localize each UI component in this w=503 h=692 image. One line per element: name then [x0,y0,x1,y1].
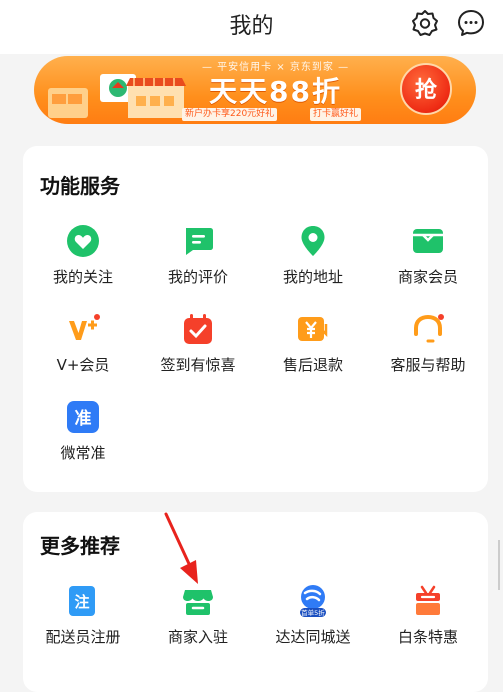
service-label: 我的评价 [167,268,228,286]
message-bubble-icon[interactable] [456,8,486,38]
more-title: 更多推荐 [40,534,120,558]
service-item-reviews[interactable]: 我的评价 [140,224,256,287]
services-title: 功能服务 [40,174,120,198]
more-label: 达达同城送 [275,628,351,646]
service-label: 我的关注 [52,268,113,286]
refund-icon [298,317,328,341]
service-label: 售后退款 [282,356,343,374]
settings-gear-icon[interactable] [410,8,440,38]
more-label: 白条特惠 [397,628,458,646]
comment-icon [186,228,213,255]
annotation-arrow-icon [164,512,198,584]
promo-banner[interactable]: — 平安信用卡 × 京东到家 — 天天88折 新户办卡享220元好礼 打卡赢好礼… [34,56,476,124]
service-item-customer-service[interactable]: 客服与帮助 [370,312,486,375]
svg-text:注: 注 [74,593,89,611]
service-label: V+会员 [56,356,110,374]
service-label: 签到有惊喜 [160,356,236,374]
service-item-checkin[interactable]: 签到有惊喜 [140,312,256,375]
storefront-illustration [48,74,186,118]
service-item-refund[interactable]: 售后退款 [255,312,371,375]
banner-tag-checkin: 打卡赢好礼 [310,108,362,121]
more-item-dada-delivery[interactable]: 首单5折 达达同城送 [255,584,371,647]
location-pin-icon [301,226,325,256]
grab-button[interactable]: 抢 [400,63,452,115]
service-item-merchant-member[interactable]: 商家会员 [370,224,486,287]
weichangzhun-icon: 准 [67,401,99,433]
service-label: 客服与帮助 [390,356,466,374]
headset-icon [414,314,444,343]
service-label: 微常准 [60,444,106,462]
banner-tag-new-user: 新户办卡享220元好礼 [182,108,278,121]
service-label: 我的地址 [282,268,343,286]
svg-text:准: 准 [75,409,92,429]
service-item-address[interactable]: 我的地址 [255,224,371,287]
calendar-checkin-icon [184,314,212,344]
service-item-weichangzhun[interactable]: 准 微常准 [25,400,141,463]
more-item-courier-register[interactable]: 注 配送员注册 [25,584,141,647]
services-card: 功能服务 我的关注 我的评价 我的地址 商家会员 V+会员 签到有惊喜 售后退款… [23,146,488,492]
courier-register-icon: 注 [69,586,95,616]
dada-delivery-icon: 首单5折 [300,585,326,617]
service-item-vplus[interactable]: V+会员 [25,312,141,375]
more-recommend-card: 更多推荐 注 配送员注册 商家入驻 首单5折 达达同城送 白条特惠 [23,512,488,692]
more-label: 配送员注册 [45,628,121,646]
banner-headline: 天天88折 [209,75,342,108]
top-bar: 我的 [0,0,503,54]
delivery-badge: 首单5折 [301,608,325,617]
heart-icon [67,225,99,257]
more-item-baitiao[interactable]: 白条特惠 [370,584,486,647]
more-label: 商家入驻 [167,628,228,646]
merchant-join-icon [183,590,213,615]
more-item-merchant-join[interactable]: 商家入驻 [140,584,256,647]
member-card-icon [413,229,443,253]
service-label: 商家会员 [397,268,458,286]
scroll-indicator [498,540,500,590]
baitiao-gift-icon [416,585,440,615]
service-item-follow[interactable]: 我的关注 [25,224,141,287]
vplus-icon [69,314,100,340]
